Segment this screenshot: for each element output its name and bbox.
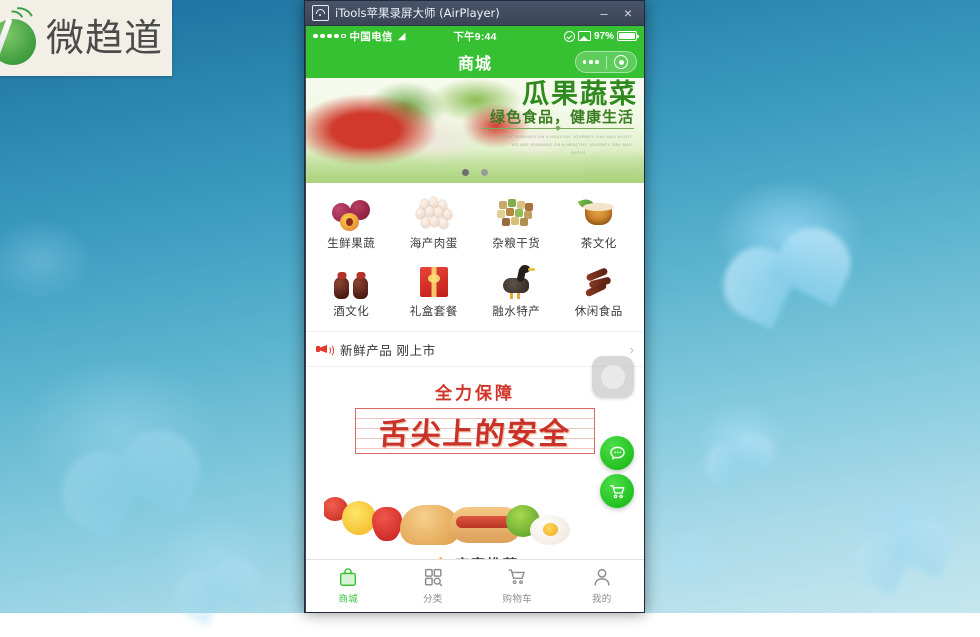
shop-bag-icon: [337, 566, 359, 588]
watermark-text: 微趋道: [46, 16, 164, 60]
category-label: 茶文化: [580, 238, 617, 250]
hero-carousel[interactable]: 瓜果蔬菜 绿色食品，健康生活 WE ARE RUNNING ON A HEALT…: [306, 78, 644, 183]
page-scroll-area[interactable]: 瓜果蔬菜 绿色食品，健康生活 WE ARE RUNNING ON A HEALT…: [306, 78, 644, 612]
wallpaper-heart: [86, 389, 184, 483]
category-grid: 生鲜果蔬 海产肉蛋 杂粮干货 茶文化 酒文化 礼盒套餐 融水特产 休闲食品: [306, 183, 644, 331]
jerky-icon: [579, 265, 619, 299]
tab-categories[interactable]: 分类: [391, 560, 476, 612]
category-label: 海产肉蛋: [409, 238, 458, 250]
wallpaper-heart: [746, 190, 836, 277]
category-label: 休闲食品: [574, 306, 623, 318]
rotation-lock-icon: [563, 30, 575, 42]
tab-profile[interactable]: 我的: [560, 560, 645, 612]
chat-bubble-button[interactable]: [600, 436, 634, 470]
hero-subtitle: 绿色食品，健康生活: [489, 109, 634, 126]
watermark-logo: 微趋道: [0, 0, 172, 76]
wallpaper-heart: [717, 412, 767, 460]
hero-grass-decoration: [306, 149, 644, 183]
category-item-wine-culture[interactable]: 酒文化: [310, 261, 393, 323]
bottom-tab-bar: 商城 分类 购物车 我的: [306, 559, 644, 612]
wallpaper-heart: [873, 490, 941, 555]
airplay-mirror-icon: [577, 30, 591, 42]
more-dots-icon[interactable]: [576, 60, 606, 64]
app-nav-bar: 商城: [306, 46, 644, 78]
grid-search-icon: [422, 566, 444, 588]
category-label: 杂粮干货: [492, 238, 541, 250]
category-label: 礼盒套餐: [409, 306, 458, 318]
category-label: 生鲜果蔬: [327, 238, 376, 250]
promo-main-text: 舌尖上的安全: [377, 417, 572, 452]
page-title: 商城: [457, 56, 492, 73]
target-circle-icon[interactable]: [607, 55, 637, 69]
tea-cup-icon: [577, 196, 619, 231]
wallpaper-heart: [190, 533, 250, 591]
promo-top-text: 全力保障: [435, 384, 515, 404]
category-item-tea-culture[interactable]: 茶文化: [558, 193, 641, 255]
airplay-icon: [312, 5, 329, 21]
wine-jar-icon: [331, 265, 371, 299]
shopping-cart-icon: [609, 484, 625, 498]
duck-icon: [496, 265, 536, 299]
category-label: 融水特产: [492, 306, 541, 318]
tab-cart[interactable]: 购物车: [475, 560, 560, 612]
category-item-fresh-produce[interactable]: 生鲜果蔬: [310, 193, 393, 255]
minimize-button[interactable]: –: [592, 2, 616, 24]
grains-icon: [496, 197, 536, 231]
category-item-gift-set[interactable]: 礼盒套餐: [393, 261, 476, 323]
window-title: iTools苹果录屏大师 (AirPlayer): [335, 6, 500, 20]
category-item-seafood-meat-egg[interactable]: 海产肉蛋: [393, 193, 476, 255]
hero-fine-text: WE ARE RUNNING ON A HEALTHY JOURNEY DAY …: [495, 134, 632, 139]
tab-label: 我的: [591, 594, 612, 605]
carrier-label: 中国电信: [349, 30, 393, 43]
miniprogram-capsule[interactable]: [575, 51, 637, 73]
shopping-cart-button[interactable]: [600, 474, 634, 508]
hero-divider: [482, 128, 634, 129]
megaphone-icon: [316, 342, 334, 357]
announcement-text: 新鲜产品 刚上市: [340, 343, 436, 358]
category-item-snacks[interactable]: 休闲食品: [558, 261, 641, 323]
chat-bubble-icon: [609, 446, 625, 459]
assistive-touch-button[interactable]: [592, 356, 634, 398]
carousel-dots[interactable]: [462, 169, 488, 176]
phone-mirror-screen: 中国电信 ◢ 下午9:44 97% 商城 瓜果蔬菜 绿色食品，健康生活 WE A…: [306, 26, 644, 612]
battery-icon: [617, 31, 639, 41]
app-window: iTools苹果录屏大师 (AirPlayer) – × 中国电信 ◢ 下午9:…: [304, 0, 645, 613]
ios-status-bar: 中国电信 ◢ 下午9:44 97%: [306, 26, 644, 46]
tab-label: 购物车: [502, 594, 532, 605]
wifi-icon: ◢: [397, 30, 406, 42]
promo-headline-box: 舌尖上的安全: [355, 408, 595, 454]
tab-label: 分类: [422, 594, 443, 605]
cart-icon: [506, 566, 528, 588]
tab-label: 商城: [338, 594, 359, 605]
signal-strength-icon: [313, 33, 346, 39]
close-button[interactable]: ×: [616, 2, 640, 24]
category-label: 酒文化: [333, 306, 370, 318]
promo-banner[interactable]: 全力保障 舌尖上的安全: [306, 367, 644, 551]
category-item-grains-dried[interactable]: 杂粮干货: [475, 193, 558, 255]
tab-shop[interactable]: 商城: [306, 560, 391, 612]
window-title-bar[interactable]: iTools苹果录屏大师 (AirPlayer) – ×: [305, 1, 644, 26]
eggs-icon: [414, 197, 454, 231]
promo-food-illustration: [324, 473, 626, 547]
person-icon: [591, 566, 613, 588]
wechat-signal-logo-icon: [0, 3, 42, 67]
gift-box-icon: [414, 265, 454, 299]
plum-fruit-icon: [331, 197, 371, 231]
category-item-local-specialty[interactable]: 融水特产: [475, 261, 558, 323]
chevron-right-icon[interactable]: ›: [630, 342, 634, 357]
status-time: 下午9:44: [453, 30, 497, 43]
battery-percent-label: 97%: [593, 30, 614, 42]
assistive-touch-inner: [601, 365, 625, 389]
